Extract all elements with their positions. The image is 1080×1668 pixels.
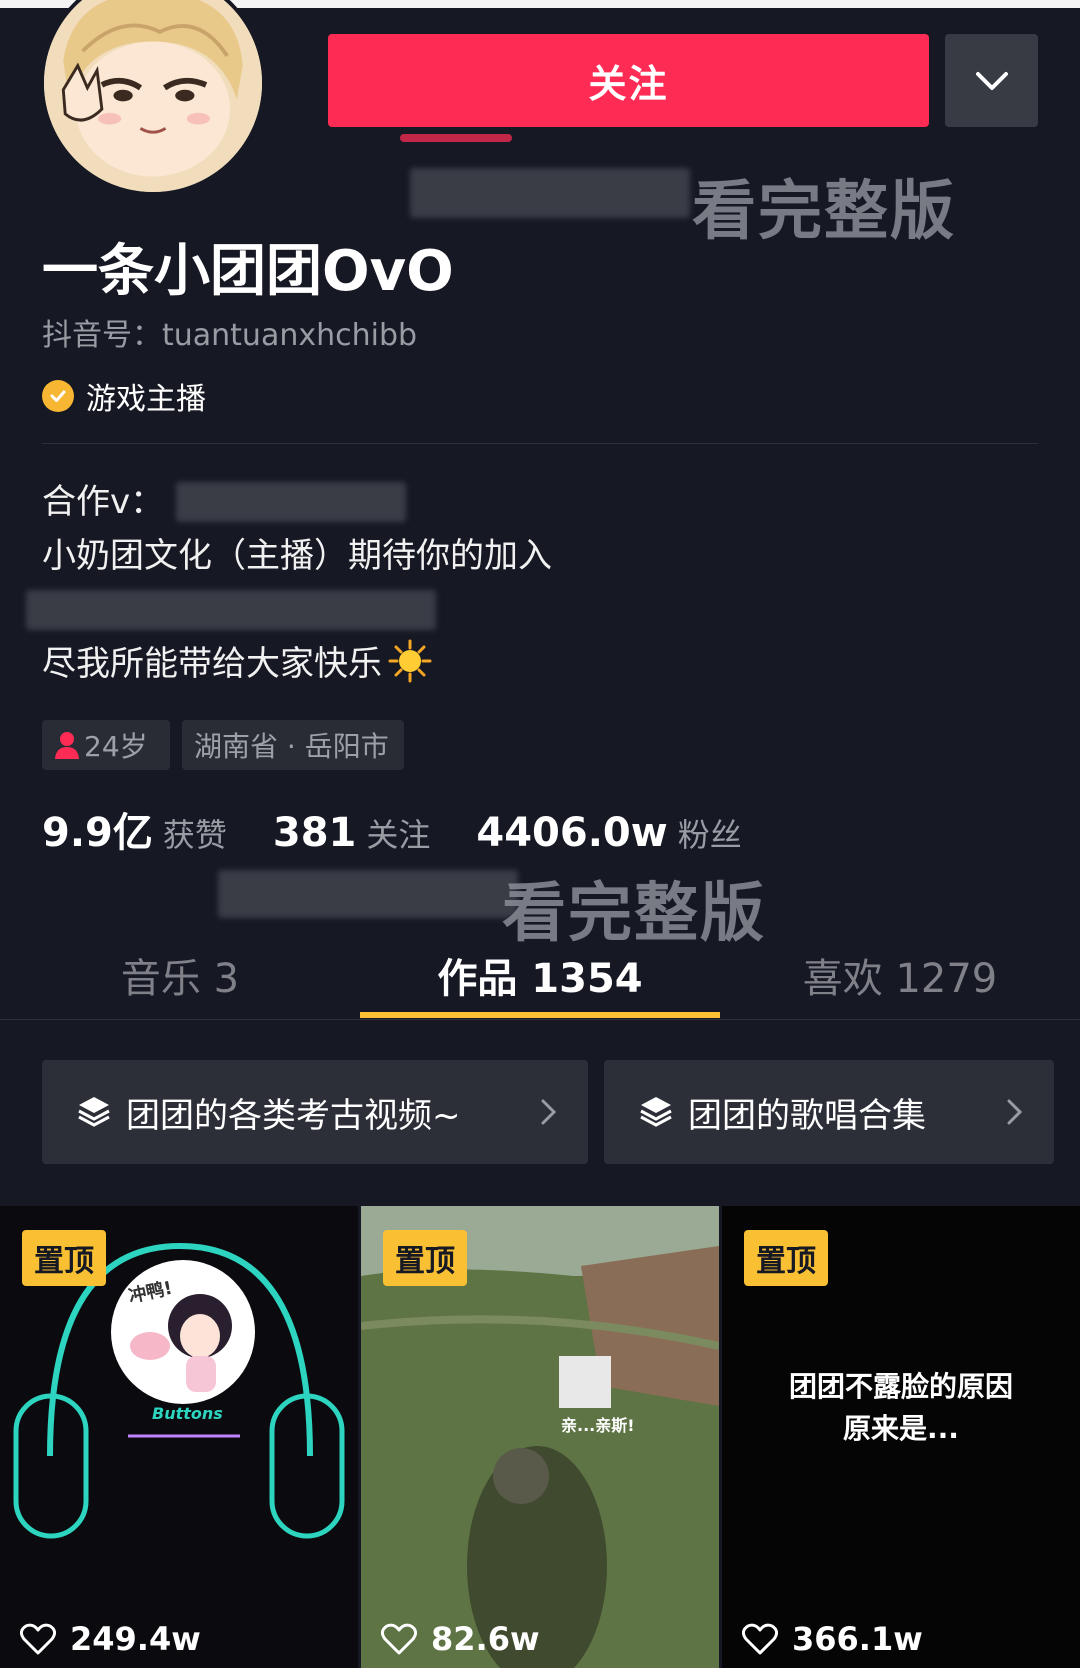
- layers-icon: [638, 1094, 674, 1130]
- location-tag: 湖南省 · 岳阳市: [182, 720, 404, 770]
- blurred-text-2: [218, 870, 518, 918]
- video-thumbnail[interactable]: 冲鸭! Buttons 置顶 249.4w: [0, 1206, 358, 1668]
- pinned-badge: 置顶: [744, 1230, 828, 1286]
- sun-emoji-icon: [388, 639, 432, 682]
- blurred-bio-line: [26, 590, 436, 630]
- tab-likes[interactable]: 喜欢 1279: [720, 930, 1080, 1020]
- blurred-contact: [176, 482, 406, 522]
- active-tab-indicator: [360, 1012, 720, 1018]
- video-likes: 82.6w: [381, 1620, 540, 1658]
- following-label[interactable]: 关注: [366, 810, 430, 856]
- chevron-down-icon: [975, 71, 1008, 90]
- sticker-text: 亲...亲斯!: [561, 1416, 635, 1435]
- layers-icon: [76, 1094, 112, 1130]
- video-likes: 249.4w: [20, 1620, 201, 1658]
- collection-archive-videos[interactable]: 团团的各类考古视频~: [42, 1060, 588, 1164]
- pinned-badge: 置顶: [383, 1230, 467, 1286]
- divider: [42, 443, 1038, 444]
- thumbnail-text: Buttons: [152, 1404, 223, 1423]
- bio-line-4-text: 尽我所能带给大家快乐: [42, 644, 382, 684]
- likes-count: 9.9亿: [42, 810, 153, 856]
- video-caption: 团团不露脸的原因原来是...: [788, 1370, 1013, 1445]
- collection-singing[interactable]: 团团的歌唱合集: [604, 1060, 1054, 1164]
- female-icon: [55, 732, 79, 759]
- follow-button[interactable]: 关注: [328, 34, 929, 127]
- like-count: 366.1w: [792, 1620, 923, 1658]
- heart-icon: [381, 1623, 417, 1655]
- video-likes: 366.1w: [742, 1620, 923, 1658]
- like-count: 82.6w: [431, 1620, 540, 1658]
- douyin-id: 抖音号：tuantuanxhchibb: [42, 318, 418, 353]
- nickname: 一条小团团OvO: [42, 239, 454, 304]
- heart-icon: [20, 1623, 56, 1655]
- pinned-badge: 置顶: [22, 1230, 106, 1286]
- blurred-text: [410, 168, 690, 218]
- chevron-right-icon: [1007, 1099, 1023, 1125]
- avatar[interactable]: [40, 0, 266, 196]
- age-tag: 24岁: [42, 720, 170, 770]
- heart-icon: [742, 1623, 778, 1655]
- stats-row: 9.9亿 获赞 381 关注 4406.0w 粉丝: [42, 800, 742, 858]
- fans-label[interactable]: 粉丝: [678, 810, 742, 856]
- more-button[interactable]: [945, 34, 1038, 127]
- follow-shadow: [400, 134, 512, 142]
- like-count: 249.4w: [70, 1620, 201, 1658]
- content-tabs: 音乐 3 作品 1354 喜欢 1279: [0, 930, 1080, 1020]
- collection-label: 团团的歌唱合集: [688, 1095, 926, 1136]
- age-label: 24岁: [84, 730, 148, 763]
- bio-line-2: 小奶团文化（主播）期待你的加入: [42, 536, 552, 576]
- watermark-top: 看完整版: [692, 175, 956, 249]
- likes-label: 获赞: [162, 816, 227, 854]
- chevron-right-icon: [541, 1099, 557, 1125]
- tab-music[interactable]: 音乐 3: [0, 930, 360, 1020]
- verified-badge: 游戏主播: [42, 374, 206, 418]
- verified-label: 游戏主播: [86, 382, 206, 417]
- video-thumbnail[interactable]: 团团不露脸的原因原来是... 置顶 366.1w: [722, 1206, 1080, 1668]
- following-count[interactable]: 381: [273, 810, 357, 856]
- fans-count[interactable]: 4406.0w: [476, 810, 667, 856]
- verified-check-icon: [42, 380, 74, 412]
- bio-line-1: 合作v：: [42, 482, 165, 522]
- video-thumbnail[interactable]: 亲...亲斯! 置顶 82.6w: [361, 1206, 719, 1668]
- bio-line-4: 尽我所能带给大家快乐: [42, 636, 432, 685]
- collection-label: 团团的各类考古视频~: [126, 1095, 461, 1136]
- tab-works[interactable]: 作品 1354: [360, 930, 720, 1020]
